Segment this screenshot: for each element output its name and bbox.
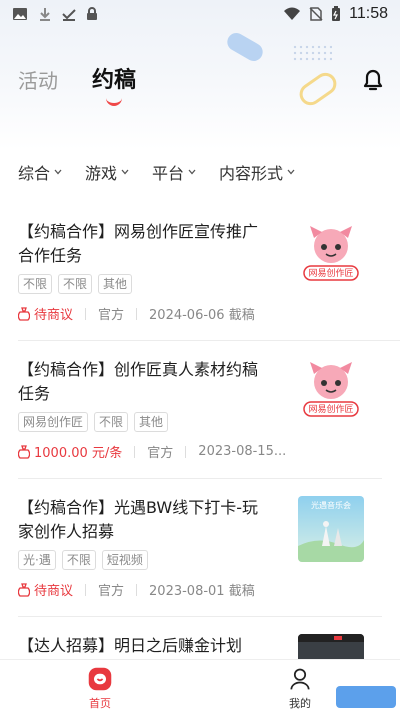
- card-meta: 待商议 官方 2024-06-06 截稿: [18, 304, 255, 323]
- tag: 其他: [134, 412, 169, 432]
- filter-content-type[interactable]: 内容形式: [219, 160, 296, 184]
- tag: 不限: [61, 550, 96, 570]
- deadline: 2023-08-01 截稿: [149, 584, 255, 599]
- tag: 不限: [18, 274, 53, 294]
- game-artwork: 光遇音乐会: [298, 496, 364, 562]
- tag-list: 光·遇 不限 短视频: [18, 550, 148, 570]
- card-title: 【约稿合作】光遇BW线下打卡-玩家创作人招募: [18, 498, 259, 541]
- price: 1000.00 元/条: [18, 442, 122, 461]
- divider: [136, 583, 138, 596]
- filter-general[interactable]: 综合: [18, 160, 63, 184]
- check-icon: [62, 9, 76, 21]
- source: 官方: [98, 308, 125, 323]
- tag: 不限: [58, 274, 93, 294]
- thumb-label: 网易创作匠: [308, 267, 353, 279]
- card-thumbnail: 光遇音乐会: [298, 496, 364, 562]
- card-thumbnail: [298, 634, 364, 660]
- tab-commission[interactable]: 约稿: [92, 62, 137, 106]
- thumb-label: 网易创作匠: [308, 403, 353, 415]
- filter-label: 内容形式: [219, 164, 284, 183]
- bell-icon[interactable]: [362, 68, 384, 92]
- source: 官方: [98, 584, 125, 599]
- card-title: 【约稿合作】网易创作匠宣传推广合作任务: [18, 222, 259, 265]
- filter-label: 综合: [18, 164, 51, 183]
- mascot-icon: 网易创作匠: [298, 358, 364, 424]
- tab-commission-label: 约稿: [92, 68, 137, 93]
- clock: 11:58: [349, 5, 388, 22]
- price-value: 1000.00 元/条: [34, 446, 123, 461]
- nav-label: 首页: [89, 697, 111, 710]
- filter-label: 平台: [152, 164, 185, 183]
- chevron-down-icon: [287, 169, 295, 175]
- filter-bar: 综合 游戏 平台 内容形式: [18, 160, 296, 184]
- tag-list: 不限 不限 其他: [18, 274, 133, 294]
- top-tabs: 活动 约稿: [18, 62, 137, 106]
- card-thumbnail: 网易创作匠: [298, 358, 364, 424]
- tag: 不限: [94, 412, 129, 432]
- deadline: 2023-08-15...: [198, 444, 287, 459]
- decor-dots: [292, 44, 332, 62]
- home-icon: [88, 667, 112, 691]
- no-sim-icon: [309, 7, 323, 21]
- filter-label: 游戏: [85, 164, 118, 183]
- price-value: 待商议: [34, 584, 74, 599]
- tag: 短视频: [101, 550, 148, 570]
- money-bag-icon: [18, 582, 30, 597]
- chevron-down-icon: [54, 169, 62, 175]
- filter-game[interactable]: 游戏: [85, 160, 130, 184]
- download-icon: [40, 8, 50, 21]
- card-meta: 待商议 官方 2023-08-01 截稿: [18, 580, 255, 599]
- filter-platform[interactable]: 平台: [152, 160, 197, 184]
- card-title: 【达人招募】明日之后赚金计划: [18, 636, 243, 655]
- money-bag-icon: [18, 306, 30, 321]
- gallery-icon: [13, 8, 27, 20]
- nav-home[interactable]: 首页: [0, 660, 200, 711]
- tag: 网易创作匠: [18, 412, 89, 432]
- divider: [85, 583, 87, 596]
- tag: 其他: [98, 274, 133, 294]
- chevron-down-icon: [121, 169, 129, 175]
- divider: [136, 307, 138, 320]
- deadline: 2024-06-06 截稿: [149, 308, 255, 323]
- card-title: 【约稿合作】创作匠真人素材约稿任务: [18, 360, 259, 403]
- lock-icon: [87, 7, 97, 20]
- mascot-icon: 网易创作匠: [298, 222, 364, 288]
- chevron-down-icon: [188, 169, 196, 175]
- price: 待商议: [18, 304, 73, 323]
- user-icon: [290, 668, 310, 690]
- wifi-icon: [284, 7, 301, 20]
- game-artwork: [298, 634, 364, 660]
- price: 待商议: [18, 580, 73, 599]
- card-thumbnail: 网易创作匠: [298, 222, 364, 288]
- source: 官方: [147, 446, 174, 461]
- battery-icon: [332, 6, 341, 21]
- price-value: 待商议: [34, 308, 74, 323]
- money-bag-icon: [18, 444, 30, 459]
- thumb-label: 光遇音乐会: [311, 500, 351, 510]
- tag: 光·遇: [18, 550, 56, 570]
- tab-activity[interactable]: 活动: [18, 65, 58, 94]
- tag-list: 网易创作匠 不限 其他: [18, 412, 169, 432]
- divider: [185, 445, 187, 458]
- decor-ring: [295, 68, 341, 110]
- status-bar: 11:58: [0, 0, 400, 28]
- decor-blob: [224, 29, 266, 65]
- nav-label: 我的: [289, 697, 311, 710]
- card-meta: 1000.00 元/条 官方 2023-08-15...: [18, 442, 286, 461]
- watermark-logo: [336, 686, 396, 708]
- divider: [85, 307, 87, 320]
- divider: [134, 445, 136, 458]
